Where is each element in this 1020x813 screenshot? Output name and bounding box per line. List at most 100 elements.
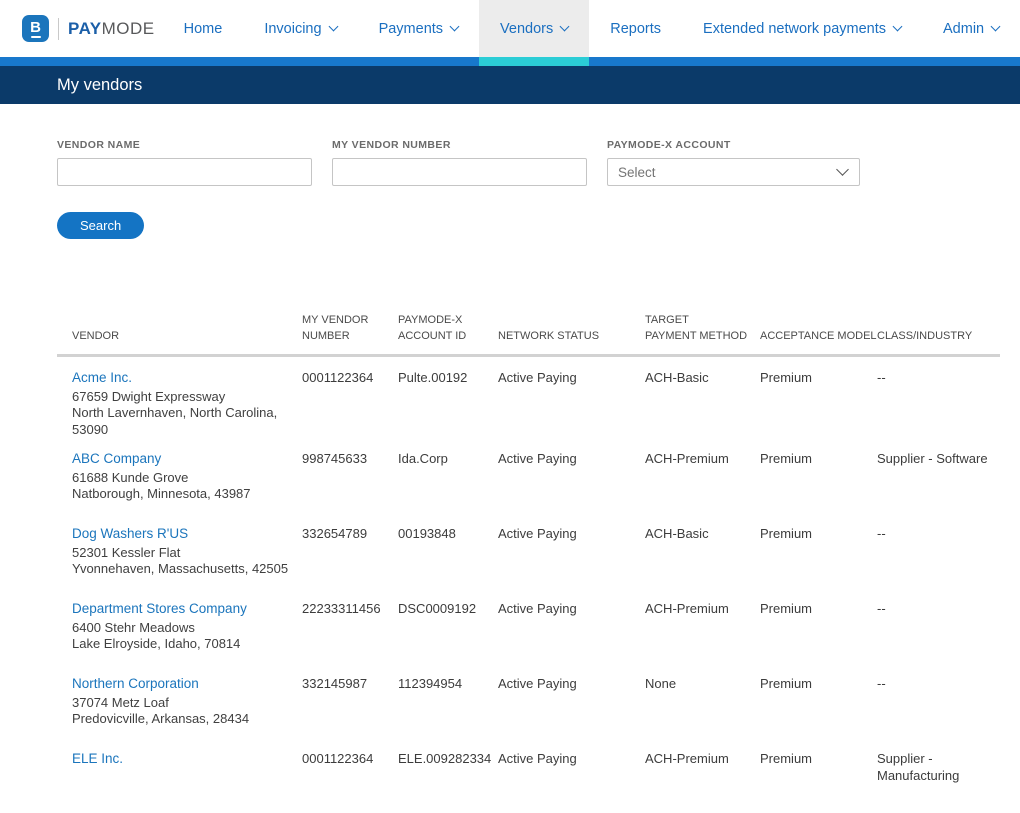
my-vendor-number-cell: 998745633 xyxy=(302,451,398,468)
vendor-address-line: 6400 Stehr Meadows xyxy=(72,620,302,637)
class-industry-cell: Supplier - Manufacturing xyxy=(877,751,1000,784)
table-row: Acme Inc. 67659 Dwight ExpresswayNorth La… xyxy=(57,357,1000,438)
table-body: Acme Inc. 67659 Dwight ExpresswayNorth La… xyxy=(57,357,1000,813)
vendor-name-link[interactable]: ABC Company xyxy=(72,451,161,468)
class-industry-cell: -- xyxy=(877,526,1000,543)
bottomline-logo-icon: B xyxy=(22,15,49,42)
network-status-cell: Active Paying xyxy=(498,601,645,618)
table-row: Dog Washers R'US 52301 Kessler FlatYvonne… xyxy=(57,513,1000,588)
vendor-name-link[interactable]: Acme Inc. xyxy=(72,370,132,387)
brand-name: PAYMODE xyxy=(68,19,155,39)
acceptance-model-cell: Premium xyxy=(760,751,877,768)
my-vendor-number-cell: 332654789 xyxy=(302,526,398,543)
vendors-table: VENDOR MY VENDOR NUMBER PAYMODE-X ACCOUN… xyxy=(57,313,1000,813)
header-class-industry: CLASS/INDUSTRY xyxy=(877,329,1000,345)
my-vendor-number-label: MY VENDOR NUMBER xyxy=(332,139,587,151)
header-acceptance-model: ACCEPTANCE MODEL xyxy=(760,329,877,345)
paymode-account-select[interactable]: Select xyxy=(607,158,860,186)
vendor-name-link[interactable]: Dog Washers R'US xyxy=(72,526,188,543)
vendor-address-line: Predovicville, Arkansas, 28434 xyxy=(72,711,302,728)
vendor-name-link[interactable]: Northern Corporation xyxy=(72,676,199,693)
vendor-cell: Dog Washers R'US 52301 Kessler FlatYvonne… xyxy=(57,526,302,578)
table-row: ABC Company 61688 Kunde GroveNatborough, … xyxy=(57,438,1000,513)
my-vendor-number-cell: 22233311456 xyxy=(302,601,398,618)
nav-menu: HomeInvoicingPaymentsVendorsReportsExten… xyxy=(163,0,1020,57)
target-payment-method-cell: ACH-Premium xyxy=(645,751,760,768)
vendor-name-link[interactable]: ELE Inc. xyxy=(72,751,123,768)
nav-item-invoicing[interactable]: Invoicing xyxy=(243,0,357,57)
paymodex-account-id-cell: 112394954 xyxy=(398,676,498,693)
nav-item-home[interactable]: Home xyxy=(163,0,244,57)
target-payment-method-cell: ACH-Basic xyxy=(645,370,760,387)
my-vendor-number-cell: 0001122364 xyxy=(302,370,398,387)
vendor-address-line: Yvonnehaven, Massachusetts, 42505 xyxy=(72,561,302,578)
nav-item-admin[interactable]: Admin xyxy=(922,0,1020,57)
my-vendor-number-field: MY VENDOR NUMBER xyxy=(332,139,587,186)
chevron-down-icon xyxy=(328,22,338,32)
header-target-payment-method: TARGET PAYMENT METHOD xyxy=(645,313,760,345)
paymode-account-selected-value: Select xyxy=(618,165,656,180)
table-row: Northern Corporation 37074 Metz LoafPredo… xyxy=(57,663,1000,738)
brand-name-bold: PAY xyxy=(68,19,102,38)
my-vendors-page: { "brand": { "logo_letter": "B", "name_b… xyxy=(0,0,1020,765)
vendor-cell: Department Stores Company 6400 Stehr Mead… xyxy=(57,601,302,653)
vendor-cell: Acme Inc. 67659 Dwight ExpresswayNorth La… xyxy=(57,370,302,438)
nav-item-vendors[interactable]: Vendors xyxy=(479,0,589,57)
paymodex-account-id-cell: Ida.Corp xyxy=(398,451,498,468)
paymodex-account-id-cell: DSC0009192 xyxy=(398,601,498,618)
target-payment-method-cell: ACH-Premium xyxy=(645,451,760,468)
class-industry-cell: -- xyxy=(877,601,1000,618)
vendor-address-line: 61688 Kunde Grove xyxy=(72,470,302,487)
nav-item-extended-network-payments[interactable]: Extended network payments xyxy=(682,0,922,57)
network-status-cell: Active Paying xyxy=(498,370,645,387)
chevron-down-icon xyxy=(836,163,849,176)
chevron-down-icon xyxy=(560,22,570,32)
vendor-cell: ABC Company 61688 Kunde GroveNatborough, … xyxy=(57,451,302,503)
paymode-account-field: PAYMODE-X ACCOUNT Select xyxy=(607,139,862,186)
network-status-cell: Active Paying xyxy=(498,526,645,543)
brand-logo[interactable]: B PAYMODE xyxy=(22,0,155,57)
vendor-cell: Northern Corporation 37074 Metz LoafPredo… xyxy=(57,676,302,728)
acceptance-model-cell: Premium xyxy=(760,601,877,618)
network-status-cell: Active Paying xyxy=(498,676,645,693)
vendor-name-link[interactable]: Department Stores Company xyxy=(72,601,247,618)
search-button[interactable]: Search xyxy=(57,212,144,239)
header-vendor: VENDOR xyxy=(57,329,302,345)
vendor-address-line: Lake Elroyside, Idaho, 70814 xyxy=(72,636,302,653)
acceptance-model-cell: Premium xyxy=(760,370,877,387)
my-vendor-number-input[interactable] xyxy=(332,158,587,186)
network-status-cell: Active Paying xyxy=(498,451,645,468)
search-filters: VENDOR NAME MY VENDOR NUMBER PAYMODE-X A… xyxy=(57,139,1020,186)
top-navigation: B PAYMODE HomeInvoicingPaymentsVendorsRe… xyxy=(0,0,1020,57)
paymode-account-label: PAYMODE-X ACCOUNT xyxy=(607,139,862,151)
network-status-cell: Active Paying xyxy=(498,751,645,768)
paymodex-account-id-cell: Pulte.00192 xyxy=(398,370,498,387)
target-payment-method-cell: None xyxy=(645,676,760,693)
vendor-name-field: VENDOR NAME xyxy=(57,139,312,186)
paymodex-account-id-cell: 00193848 xyxy=(398,526,498,543)
my-vendor-number-cell: 0001122364 xyxy=(302,751,398,768)
my-vendor-number-cell: 332145987 xyxy=(302,676,398,693)
brand-divider xyxy=(58,18,59,40)
page-header-bar: My vendors xyxy=(0,66,1020,104)
nav-item-payments[interactable]: Payments xyxy=(358,0,479,57)
vendor-name-input[interactable] xyxy=(57,158,312,186)
header-network-status: NETWORK STATUS xyxy=(498,329,645,345)
class-industry-cell: Supplier - Software xyxy=(877,451,1000,468)
table-row: ELE Inc.0001122364ELE.009282334Active Pa… xyxy=(57,738,1000,813)
vendor-address-line: 37074 Metz Loaf xyxy=(72,695,302,712)
header-my-vendor-number: MY VENDOR NUMBER xyxy=(302,313,398,345)
nav-item-reports[interactable]: Reports xyxy=(589,0,682,57)
chevron-down-icon xyxy=(991,22,1001,32)
header-paymodex-account-id: PAYMODE-X ACCOUNT ID xyxy=(398,313,498,345)
vendor-address-line: 52301 Kessler Flat xyxy=(72,545,302,562)
acceptance-model-cell: Premium xyxy=(760,451,877,468)
vendor-cell: ELE Inc. xyxy=(57,751,302,770)
table-header-row: VENDOR MY VENDOR NUMBER PAYMODE-X ACCOUN… xyxy=(57,313,1000,357)
target-payment-method-cell: ACH-Basic xyxy=(645,526,760,543)
vendor-address-line: 67659 Dwight Expressway xyxy=(72,389,302,406)
chevron-down-icon xyxy=(450,22,460,32)
target-payment-method-cell: ACH-Premium xyxy=(645,601,760,618)
vendor-address-line: North Lavernhaven, North Carolina, 53090 xyxy=(72,405,302,438)
vendor-address-line: Natborough, Minnesota, 43987 xyxy=(72,486,302,503)
